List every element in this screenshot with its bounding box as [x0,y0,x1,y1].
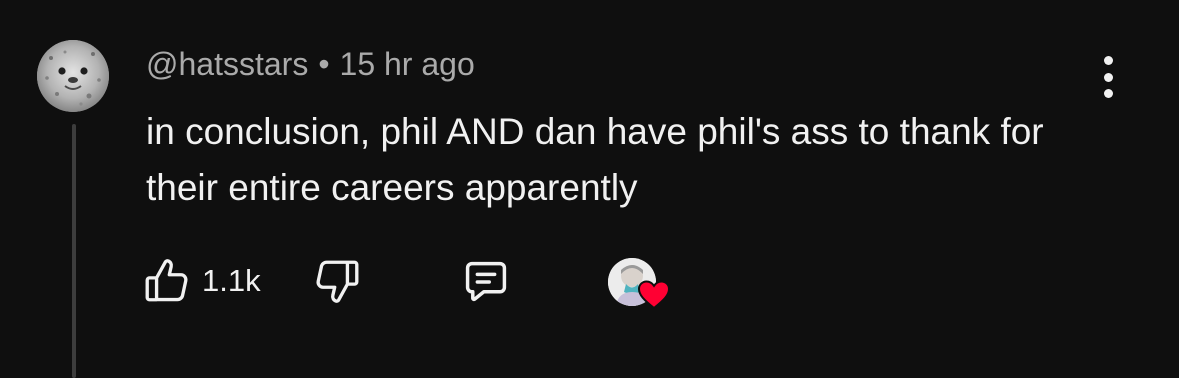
vertical-dots-icon[interactable] [1088,52,1128,102]
menu-dot [1103,72,1113,82]
timestamp[interactable]: 15 hr ago [340,46,475,82]
creator-heart-icon [638,280,670,310]
meta-separator: • [318,46,330,82]
reply-button[interactable] [458,256,514,308]
seal-avatar-image [37,40,109,112]
creator-heart [608,258,672,318]
thumbs-up-icon [145,259,188,302]
username[interactable]: @hatsstars [146,46,308,82]
like-count: 1.1k [202,263,261,298]
user-avatar[interactable] [37,40,109,112]
menu-dot [1103,56,1113,65]
comment: @hatsstars • 15 hr ago in conclusion, phil… [0,0,1179,378]
dislike-button[interactable] [312,256,362,306]
comment-text: in conclusion, phil AND dan have phil's … [146,111,1044,208]
comment-icon [465,261,507,302]
thread-line [72,124,76,378]
menu-dot [1103,89,1113,98]
like-button[interactable]: 1.1k [142,256,261,306]
comment-actions: 1.1k [0,256,1179,316]
comment-meta: @hatsstars • 15 hr ago [146,44,475,84]
thumbs-down-icon [316,260,359,303]
